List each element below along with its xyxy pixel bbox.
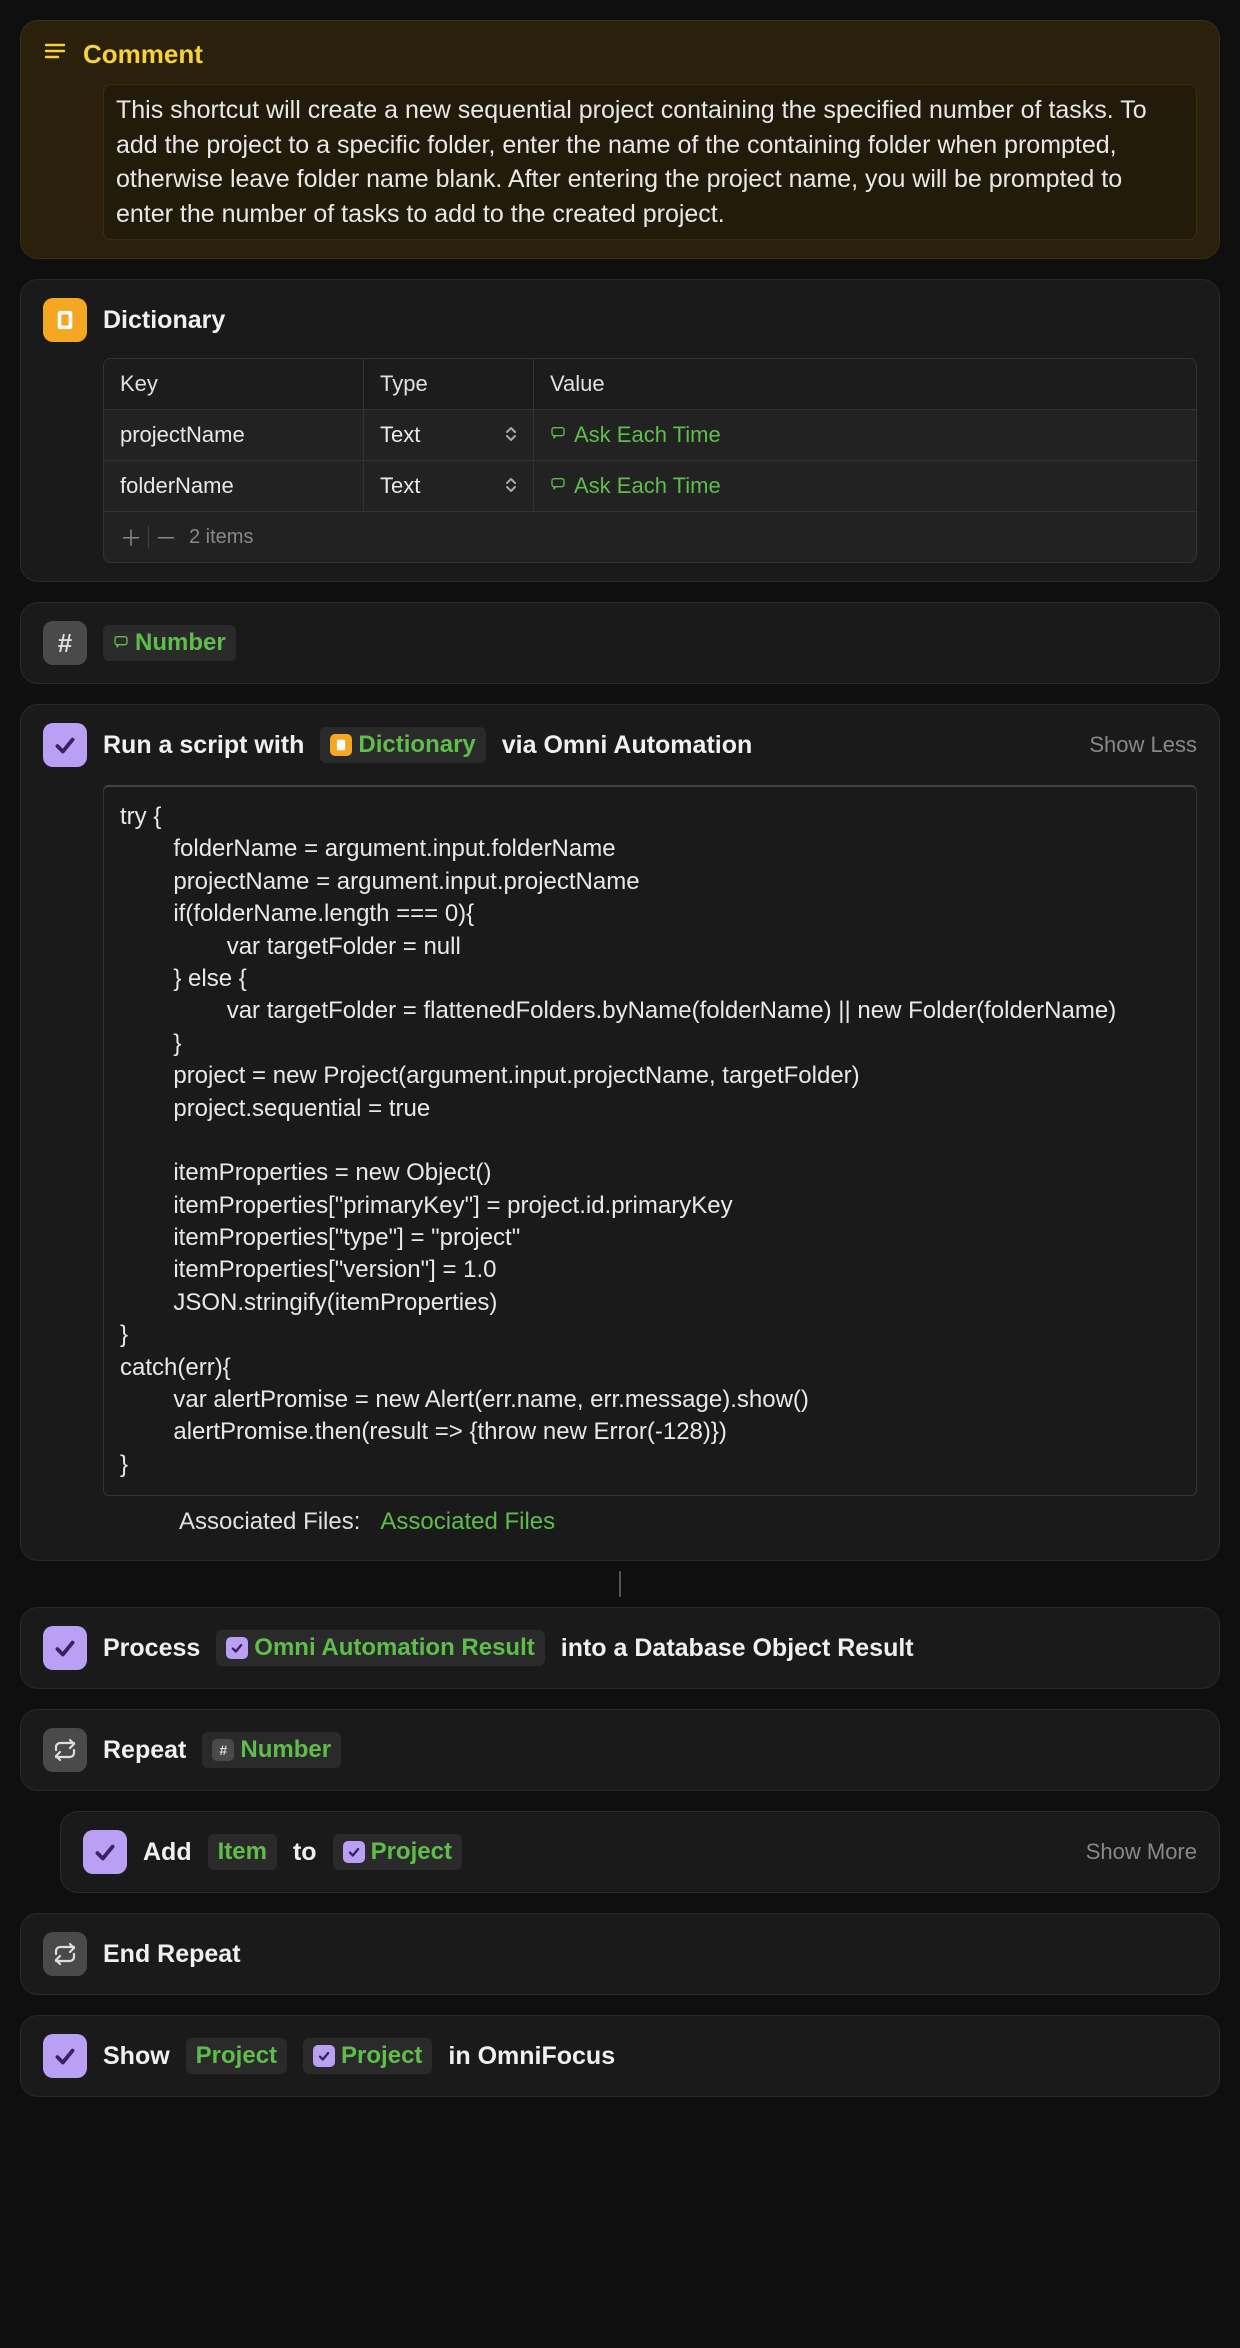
number-variable-token[interactable]: Number [103, 625, 236, 661]
show-less-button[interactable]: Show Less [1089, 732, 1197, 758]
stepper-icon[interactable] [505, 476, 517, 497]
project-text-token[interactable]: Project [186, 2038, 287, 2074]
repeat-header: Repeat # Number [43, 1728, 1197, 1772]
script-code[interactable]: try { folderName = argument.input.folder… [103, 785, 1197, 1496]
ask-icon [113, 629, 129, 657]
dictionary-icon [43, 298, 87, 342]
col-header-type: Type [364, 359, 534, 409]
omnifocus-icon [43, 1626, 87, 1670]
item-count: 2 items [189, 526, 253, 549]
project-variable-token[interactable]: Project [303, 2038, 432, 2074]
row-key[interactable]: projectName [104, 410, 364, 460]
omnifocus-mini-icon [226, 1637, 248, 1659]
add-remove-controls: ＋ － [118, 524, 179, 550]
run-script-suffix: via Omni Automation [502, 731, 752, 760]
dictionary-variable-token[interactable]: Dictionary [320, 727, 485, 763]
row-type[interactable]: Text [364, 461, 534, 511]
process-prefix: Process [103, 1634, 200, 1663]
omnifocus-icon [83, 1830, 127, 1874]
end-repeat-label: End Repeat [103, 1940, 241, 1969]
comment-header: Comment [43, 39, 1197, 70]
associated-files-value[interactable]: Associated Files [380, 1508, 555, 1536]
dictionary-title: Dictionary [103, 306, 225, 335]
number-action[interactable]: # Number [20, 602, 1220, 684]
ask-icon [550, 425, 566, 446]
item-variable-token[interactable]: Item [208, 1834, 277, 1870]
run-script-prefix: Run a script with [103, 731, 304, 760]
comment-icon [43, 39, 67, 70]
col-header-key: Key [104, 359, 364, 409]
repeat-icon [43, 1728, 87, 1772]
result-variable-token[interactable]: Omni Automation Result [216, 1630, 544, 1666]
add-header: Add Item to Project Show More [83, 1830, 1197, 1874]
associated-files-label: Associated Files: [179, 1508, 360, 1536]
repeat-label: Repeat [103, 1736, 186, 1765]
show-header: Show Project Project in OmniFocus [43, 2034, 1197, 2078]
end-repeat-action[interactable]: End Repeat [20, 1913, 1220, 1995]
comment-body[interactable]: This shortcut will create a new sequenti… [103, 84, 1197, 240]
omnifocus-mini-icon [343, 1841, 365, 1863]
associated-files-row: Associated Files: Associated Files [103, 1502, 1197, 1542]
add-prefix: Add [143, 1838, 192, 1867]
dictionary-action[interactable]: Dictionary Key Type Value projectName Te… [20, 279, 1220, 582]
remove-row-button[interactable]: － [153, 524, 179, 550]
comment-action[interactable]: Comment This shortcut will create a new … [20, 20, 1220, 259]
run-script-action[interactable]: Run a script with Dictionary via Omni Au… [20, 704, 1220, 1561]
omnifocus-icon [43, 2034, 87, 2078]
project-variable-token[interactable]: Project [333, 1834, 462, 1870]
number-variable-token[interactable]: # Number [202, 1732, 341, 1768]
dictionary-table: Key Type Value projectName Text Ask Each… [103, 358, 1197, 563]
comment-title: Comment [83, 39, 203, 70]
add-row-button[interactable]: ＋ [118, 524, 144, 550]
show-prefix: Show [103, 2042, 170, 2071]
ask-icon [550, 476, 566, 497]
row-value[interactable]: Ask Each Time [534, 410, 1196, 460]
show-suffix: in OmniFocus [448, 2042, 615, 2071]
number-header: # Number [43, 621, 1197, 665]
show-action[interactable]: Show Project Project in OmniFocus [20, 2015, 1220, 2097]
dictionary-footer: ＋ － 2 items [104, 512, 1196, 562]
repeat-action[interactable]: Repeat # Number [20, 1709, 1220, 1791]
table-row[interactable]: projectName Text Ask Each Time [104, 410, 1196, 461]
table-row[interactable]: folderName Text Ask Each Time [104, 461, 1196, 512]
add-middle: to [293, 1838, 317, 1867]
row-value[interactable]: Ask Each Time [534, 461, 1196, 511]
process-action[interactable]: Process Omni Automation Result into a Da… [20, 1607, 1220, 1689]
dictionary-mini-icon [330, 734, 352, 756]
add-action[interactable]: Add Item to Project Show More [60, 1811, 1220, 1893]
show-more-button[interactable]: Show More [1086, 1839, 1197, 1865]
row-type[interactable]: Text [364, 410, 534, 460]
stepper-icon[interactable] [505, 425, 517, 446]
omnifocus-icon [43, 723, 87, 767]
dictionary-table-header: Key Type Value [104, 359, 1196, 410]
hash-mini-icon: # [212, 1739, 234, 1761]
process-header: Process Omni Automation Result into a Da… [43, 1626, 1197, 1670]
run-script-header: Run a script with Dictionary via Omni Au… [43, 723, 1197, 767]
flow-connector [619, 1571, 621, 1597]
dictionary-header: Dictionary [43, 298, 1197, 342]
hash-icon: # [43, 621, 87, 665]
end-repeat-header: End Repeat [43, 1932, 1197, 1976]
process-suffix: into a Database Object Result [561, 1634, 914, 1663]
omnifocus-mini-icon [313, 2045, 335, 2067]
repeat-icon [43, 1932, 87, 1976]
col-header-value: Value [534, 359, 1196, 409]
row-key[interactable]: folderName [104, 461, 364, 511]
